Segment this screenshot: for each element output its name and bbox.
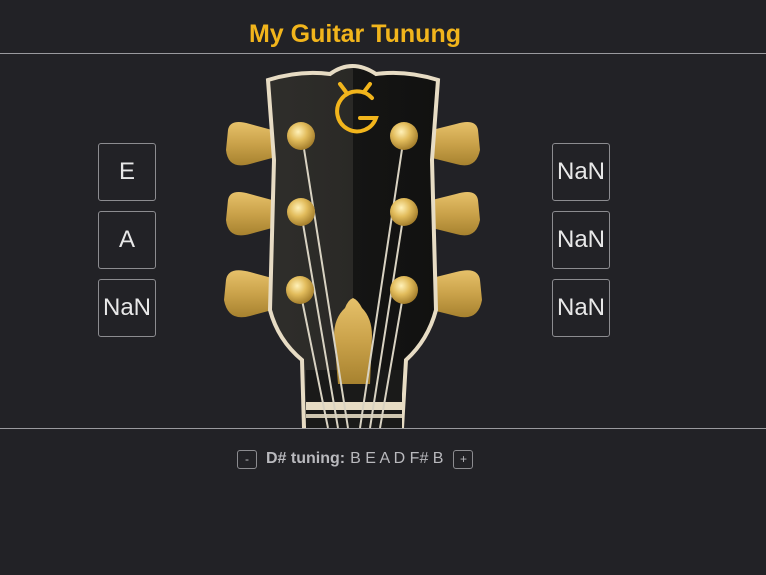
tuner-key-left-1 xyxy=(226,122,272,166)
guitar-headstock xyxy=(224,64,482,428)
string-note-button-left-1[interactable]: E xyxy=(98,143,156,201)
tuner-key-right-1 xyxy=(432,122,480,166)
string-note-button-right-3[interactable]: NaN xyxy=(552,279,610,337)
string-note-button-right-1[interactable]: NaN xyxy=(552,143,610,201)
string-note-button-right-2[interactable]: NaN xyxy=(552,211,610,269)
tuning-notes: B E A D F# B xyxy=(350,450,444,467)
tuner-key-left-3 xyxy=(224,270,272,318)
tuner-key-right-2 xyxy=(432,192,480,236)
footer-divider xyxy=(0,428,766,429)
string-note-button-left-2[interactable]: A xyxy=(98,211,156,269)
tuning-selector: - D# tuning: B E A D F# B + xyxy=(237,449,474,469)
page-title: My Guitar Tunung xyxy=(248,20,461,48)
tuning-increment-button[interactable]: + xyxy=(453,449,474,469)
tuning-name: D# tuning: xyxy=(266,450,346,467)
tuning-decrement-button[interactable]: - xyxy=(237,449,257,469)
string-note-button-left-3[interactable]: NaN xyxy=(98,279,156,337)
tuner-key-left-2 xyxy=(226,192,272,236)
tuner-key-right-3 xyxy=(432,270,482,318)
header-divider xyxy=(0,53,766,54)
